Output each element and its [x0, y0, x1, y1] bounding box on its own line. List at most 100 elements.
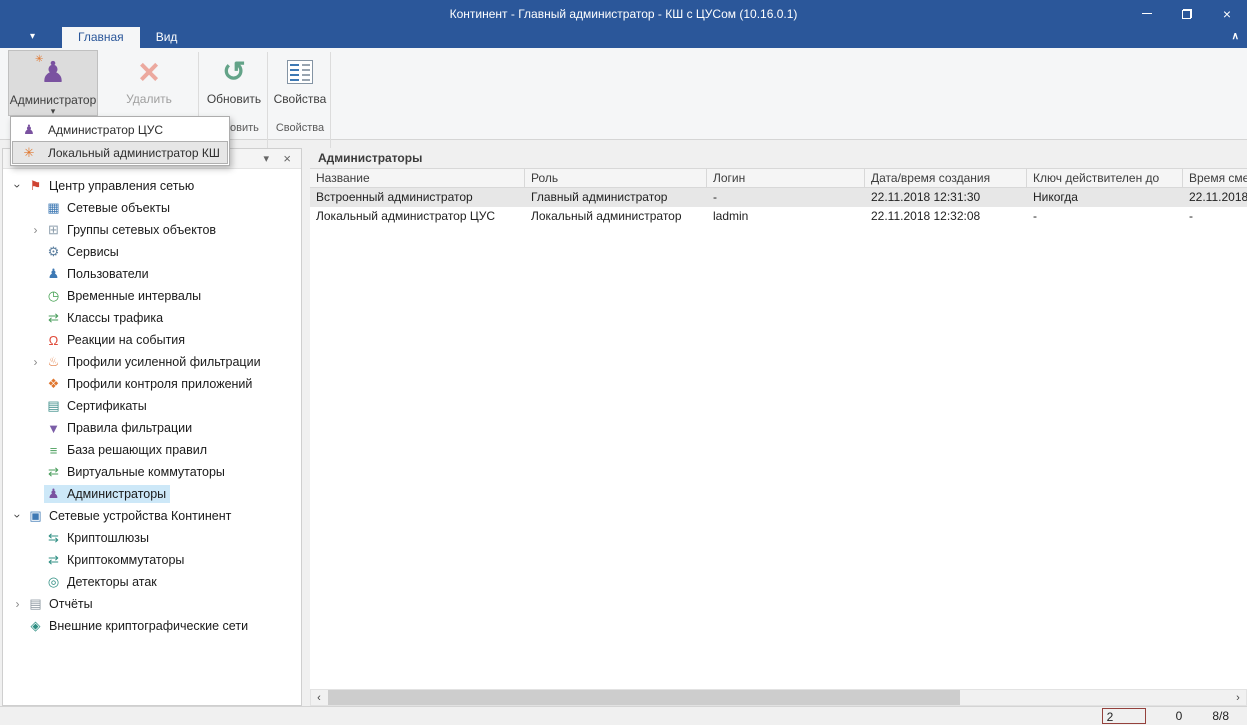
tree-item[interactable]: ≡ База решающих правил: [3, 439, 301, 461]
tab-Главная[interactable]: Главная: [62, 27, 140, 48]
tree-expander-icon[interactable]: ›: [27, 355, 44, 369]
tree-item-label: Внешние криптографические сети: [49, 619, 249, 633]
refresh-button-label: Обновить: [206, 92, 262, 106]
app-control-icon: ❖: [47, 376, 60, 391]
users-icon: ♟: [47, 266, 60, 281]
tree-item-content[interactable]: Ω Реакции на события: [44, 332, 189, 349]
hscroll-left-icon[interactable]: ‹: [311, 692, 327, 704]
tree-item-content[interactable]: ⊞ Группы сетевых объектов: [44, 221, 220, 239]
table-row[interactable]: Встроенный администратор Главный админист…: [310, 188, 1247, 207]
close-icon[interactable]: ×: [283, 151, 291, 166]
column-header[interactable]: Ключ действителен до: [1027, 169, 1183, 187]
tree-item[interactable]: ♟ Администраторы: [3, 483, 301, 505]
tree-item-content[interactable]: ◈ Внешние криптографические сети: [26, 617, 252, 635]
table-row[interactable]: Локальный администратор ЦУС Локальный адм…: [310, 207, 1247, 226]
tree-expander-icon[interactable]: ›: [27, 223, 44, 237]
tree-item[interactable]: ❖ Профили контроля приложений: [3, 373, 301, 395]
table-cell: Локальный администратор: [531, 209, 682, 223]
tree-item-content[interactable]: ⇄ Классы трафика: [44, 309, 167, 327]
tree-item[interactable]: › ♨ Профили усиленной фильтрации: [3, 351, 301, 373]
tree-item-label: Временные интервалы: [67, 289, 202, 303]
tree-item[interactable]: ⇄ Виртуальные коммутаторы: [3, 461, 301, 483]
column-header[interactable]: Название: [310, 169, 525, 187]
hscroll-thumb[interactable]: [328, 690, 960, 705]
tree-item-content[interactable]: ◎ Детекторы атак: [44, 573, 161, 591]
tree-item-content[interactable]: ♨ Профили усиленной фильтрации: [44, 353, 265, 371]
tree-item[interactable]: ◎ Детекторы атак: [3, 571, 301, 593]
tree-item-content[interactable]: ⇆ Криптошлюзы: [44, 529, 153, 547]
tab-bar-tabs: Главная Вид: [62, 27, 193, 48]
tree-item[interactable]: › ⊞ Группы сетевых объектов: [3, 219, 301, 241]
tree-item-label: База решающих правил: [67, 443, 208, 457]
table-cell: 22.11.2018: [1189, 190, 1247, 204]
tree-item[interactable]: ◈ Внешние криптографические сети: [3, 615, 301, 637]
column-header[interactable]: Время смен: [1183, 169, 1247, 187]
tree-item[interactable]: ▼ Правила фильтрации: [3, 417, 301, 439]
title-bar: Континент - Главный администратор - КШ с…: [0, 0, 1247, 27]
tree-item-content[interactable]: ≡ База решающих правил: [44, 442, 211, 459]
tree-item-label: Пользователи: [67, 267, 149, 281]
tree-item-label: Классы трафика: [67, 311, 164, 325]
administrator-icon: ✳ ♟: [32, 54, 74, 92]
menu-item[interactable]: ♟ Администратор ЦУС: [12, 118, 228, 141]
tree-item-content[interactable]: ⚙ Сервисы: [44, 243, 123, 261]
properties-button-label: Свойства: [273, 92, 327, 106]
restore-icon: [1182, 8, 1192, 19]
tree-item-content[interactable]: ▦ Сетевые объекты: [44, 199, 174, 217]
decision-rules-icon: ≡: [49, 442, 58, 458]
tree-expander-icon[interactable]: ›: [11, 508, 25, 525]
hscroll-track[interactable]: [327, 690, 1230, 705]
administrators-table-panel: Название Роль Логин Дата/время создания Ключ…: [310, 168, 1247, 689]
tree-item[interactable]: ◷ Временные интервалы: [3, 285, 301, 307]
quick-access-arrow-icon[interactable]: ▾: [30, 31, 35, 42]
tree-item-content[interactable]: ♟ Администраторы: [44, 485, 171, 503]
tree-item-content[interactable]: ▤ Отчёты: [26, 595, 97, 613]
chevron-down-icon[interactable]: ▾: [263, 152, 269, 165]
tree-item-content[interactable]: ▼ Правила фильтрации: [44, 420, 196, 437]
tree-item-content[interactable]: ⇄ Виртуальные коммутаторы: [44, 463, 229, 481]
refresh-button[interactable]: ↺ Обновить: [202, 50, 266, 116]
tree-item-content[interactable]: ◷ Временные интервалы: [44, 287, 205, 305]
minimize-button[interactable]: [1127, 0, 1167, 27]
services-icon: ⚙: [47, 244, 60, 259]
administrators-icon: ♟: [47, 486, 60, 501]
tree-item[interactable]: ⇄ Классы трафика: [3, 307, 301, 329]
tree-item[interactable]: ⇆ Криптошлюзы: [3, 527, 301, 549]
status-count-box: 2: [1101, 708, 1146, 724]
tree-item[interactable]: ⚙ Сервисы: [3, 241, 301, 263]
tree-item-content[interactable]: ▤ Сертификаты: [44, 397, 151, 415]
tree-item-content[interactable]: ⚑ Центр управления сетью: [26, 177, 198, 195]
hscroll-right-icon[interactable]: ›: [1230, 692, 1246, 704]
menu-item[interactable]: ✳ Локальный администратор КШ: [12, 141, 228, 164]
tree-item-content[interactable]: ▣ Сетевые устройства Континент: [26, 507, 235, 525]
tree-item[interactable]: › ⚑ Центр управления сетью: [3, 175, 301, 197]
tree-item-content[interactable]: ⇄ Криптокоммутаторы: [44, 551, 188, 569]
table-cell: -: [1033, 209, 1037, 223]
certificates-icon: ▤: [47, 398, 60, 413]
tree-item[interactable]: Ω Реакции на события: [3, 329, 301, 351]
properties-button[interactable]: Свойства: [270, 50, 330, 116]
horizontal-scrollbar[interactable]: ‹ ›: [310, 689, 1247, 706]
tree-item-content[interactable]: ❖ Профили контроля приложений: [44, 375, 256, 393]
tab-Вид[interactable]: Вид: [140, 27, 194, 48]
external-crypto-icon: ◈: [30, 618, 41, 633]
administrator-button[interactable]: ✳ ♟ Администратор ▾: [8, 50, 98, 116]
tree-item-content[interactable]: ♟ Пользователи: [44, 265, 153, 283]
column-header[interactable]: Логин: [707, 169, 865, 187]
column-header[interactable]: Роль: [525, 169, 707, 187]
tree-item[interactable]: ▤ Сертификаты: [3, 395, 301, 417]
tree-item[interactable]: ⇄ Криптокоммутаторы: [3, 549, 301, 571]
close-button[interactable]: ×: [1207, 0, 1247, 27]
tree-expander-icon[interactable]: ›: [9, 597, 26, 611]
tree-item[interactable]: ▦ Сетевые объекты: [3, 197, 301, 219]
cus-admin-icon: ♟: [23, 121, 35, 137]
navigation-tree: › ⚑ Центр управления сетью ▦ Сетевые объекты…: [3, 169, 301, 637]
tree-item[interactable]: ♟ Пользователи: [3, 263, 301, 285]
tree-item[interactable]: › ▤ Отчёты: [3, 593, 301, 615]
tree-expander-icon[interactable]: ›: [11, 178, 25, 195]
restore-button[interactable]: [1167, 0, 1207, 27]
tree-item-label: Сервисы: [67, 245, 119, 259]
tree-item[interactable]: › ▣ Сетевые устройства Континент: [3, 505, 301, 527]
column-header[interactable]: Дата/время создания: [865, 169, 1027, 187]
ribbon-collapse-icon[interactable]: ∧: [1232, 31, 1239, 42]
